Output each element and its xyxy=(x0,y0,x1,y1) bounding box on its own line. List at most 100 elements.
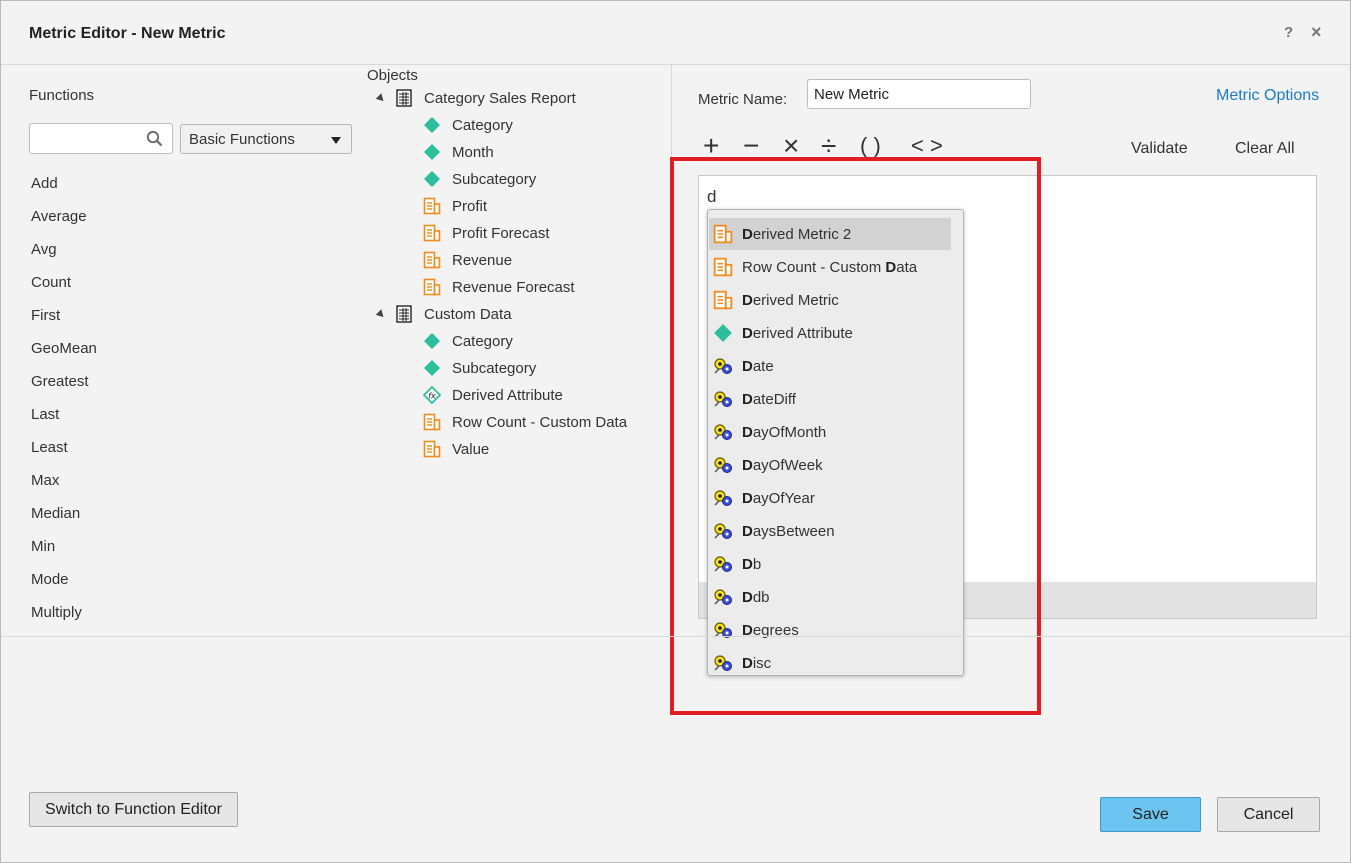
function-item[interactable]: Greatest xyxy=(31,373,89,390)
autocomplete-item[interactable]: DayOfMonth xyxy=(709,416,951,448)
metric-options-link[interactable]: Metric Options xyxy=(1216,87,1319,105)
function-icon xyxy=(713,356,733,376)
switch-to-function-editor-button[interactable]: Switch to Function Editor xyxy=(29,792,238,827)
tree-item[interactable]: Profit xyxy=(423,195,487,217)
function-icon xyxy=(713,587,733,607)
tree-item[interactable]: Revenue Forecast xyxy=(423,276,575,298)
function-item[interactable]: Avg xyxy=(31,241,57,258)
function-item[interactable]: Multiply xyxy=(31,604,82,621)
function-item[interactable]: First xyxy=(31,307,60,324)
tree-item-label: Subcategory xyxy=(452,359,537,377)
autocomplete-item[interactable]: DateDiff xyxy=(709,383,951,415)
autocomplete-item-label: Ddb xyxy=(742,588,770,606)
tree-item[interactable]: fx Derived Attribute xyxy=(423,384,563,406)
function-item[interactable]: Median xyxy=(31,505,80,522)
autocomplete-item[interactable]: Derived Attribute xyxy=(709,317,951,349)
tree-item-label: Derived Attribute xyxy=(452,386,563,404)
tree-item-label: Row Count - Custom Data xyxy=(452,413,628,431)
attribute-icon xyxy=(713,323,733,343)
dialog-titlebar: Metric Editor - New Metric ? × xyxy=(1,1,1350,65)
tree-item-label: Month xyxy=(452,143,494,161)
function-search-input[interactable] xyxy=(29,123,173,154)
attribute-icon xyxy=(423,116,441,134)
tree-item[interactable]: Revenue xyxy=(423,249,512,271)
functions-heading: Functions xyxy=(29,87,95,104)
tree-item[interactable]: Category xyxy=(423,114,513,136)
autocomplete-item[interactable]: Derived Metric 2 xyxy=(709,218,951,250)
validate-button[interactable]: Validate xyxy=(1131,140,1188,158)
function-icon xyxy=(713,521,733,541)
autocomplete-item[interactable]: Db xyxy=(709,548,951,580)
dialog-title: Metric Editor - New Metric xyxy=(29,25,226,42)
autocomplete-item[interactable]: Derived Metric xyxy=(709,284,951,316)
metric-editor-dialog: Metric Editor - New Metric ? × Functions… xyxy=(0,0,1351,863)
report-icon xyxy=(395,89,413,107)
tree-group-label: Custom Data xyxy=(424,305,512,323)
expand-toggle-icon[interactable] xyxy=(375,308,387,320)
cancel-button[interactable]: Cancel xyxy=(1217,797,1320,832)
autocomplete-item[interactable]: DayOfYear xyxy=(709,482,951,514)
expand-toggle-icon[interactable] xyxy=(375,92,387,104)
tree-group[interactable]: Custom Data xyxy=(375,303,512,325)
autocomplete-popup: Derived Metric 2 Row Count - Custom Data D… xyxy=(707,209,964,676)
autocomplete-item[interactable]: Date xyxy=(709,350,951,382)
tree-item[interactable]: Category xyxy=(423,330,513,352)
autocomplete-item[interactable]: Degrees xyxy=(709,614,951,646)
tree-item-label: Profit Forecast xyxy=(452,224,550,242)
metric-name-input[interactable] xyxy=(807,79,1031,109)
tree-item[interactable]: Profit Forecast xyxy=(423,222,550,244)
save-button[interactable]: Save xyxy=(1100,797,1201,832)
autocomplete-item[interactable]: DayOfWeek xyxy=(709,449,951,481)
function-icon xyxy=(713,620,733,640)
tree-item[interactable]: Subcategory xyxy=(423,168,536,190)
close-icon[interactable]: × xyxy=(1311,22,1322,43)
function-item[interactable]: GeoMean xyxy=(31,340,97,357)
autocomplete-item-label: DayOfWeek xyxy=(742,456,823,474)
autocomplete-item[interactable]: Disc xyxy=(709,647,951,675)
function-icon xyxy=(713,389,733,409)
help-icon[interactable]: ? xyxy=(1284,24,1293,41)
function-item[interactable]: Last xyxy=(31,406,59,423)
autocomplete-item-label: Date xyxy=(742,357,774,375)
tree-group[interactable]: Category Sales Report xyxy=(375,87,576,109)
function-icon xyxy=(713,455,733,475)
function-item[interactable]: Mode xyxy=(31,571,69,588)
multiply-operator-button[interactable]: × xyxy=(783,129,799,163)
angle-brackets-operator-button[interactable]: < > xyxy=(911,129,943,163)
autocomplete-item-label: Derived Metric 2 xyxy=(742,225,852,243)
parentheses-operator-button[interactable]: ( ) xyxy=(860,129,881,163)
metric-icon xyxy=(423,251,441,269)
tree-item[interactable]: Row Count - Custom Data xyxy=(423,411,627,433)
add-operator-button[interactable]: + xyxy=(703,129,719,163)
function-item[interactable]: Least xyxy=(31,439,68,456)
autocomplete-item[interactable]: Ddb xyxy=(709,581,951,613)
function-item[interactable]: Count xyxy=(31,274,71,291)
autocomplete-item-label: DayOfMonth xyxy=(742,423,827,441)
function-item[interactable]: Average xyxy=(31,208,87,225)
autocomplete-item[interactable]: Row Count - Custom Data xyxy=(709,251,951,283)
function-category-select[interactable]: Basic Functions xyxy=(180,124,352,154)
tree-item-label: Category xyxy=(452,332,513,350)
tree-item-label: Subcategory xyxy=(452,170,537,188)
function-category-value: Basic Functions xyxy=(189,131,295,148)
tree-item-label: Category xyxy=(452,116,513,134)
function-icon xyxy=(713,653,733,673)
search-icon[interactable] xyxy=(146,130,163,147)
objects-heading: Objects xyxy=(367,67,418,84)
tree-group-label: Category Sales Report xyxy=(424,89,576,107)
tree-item[interactable]: Month xyxy=(423,141,494,163)
footer-divider xyxy=(1,636,1350,637)
function-item[interactable]: Add xyxy=(31,175,58,192)
divide-operator-button[interactable]: ÷ xyxy=(821,129,836,163)
autocomplete-item-label: DayOfYear xyxy=(742,489,815,507)
clear-all-button[interactable]: Clear All xyxy=(1235,140,1295,158)
tree-item-label: Revenue Forecast xyxy=(452,278,575,296)
tree-item[interactable]: Value xyxy=(423,438,489,460)
metric-icon xyxy=(713,257,733,277)
autocomplete-item[interactable]: DaysBetween xyxy=(709,515,951,547)
subtract-operator-button[interactable]: − xyxy=(743,129,759,163)
tree-item[interactable]: Subcategory xyxy=(423,357,536,379)
function-item[interactable]: Max xyxy=(31,472,59,489)
function-item[interactable]: Min xyxy=(31,538,55,555)
function-icon xyxy=(713,488,733,508)
